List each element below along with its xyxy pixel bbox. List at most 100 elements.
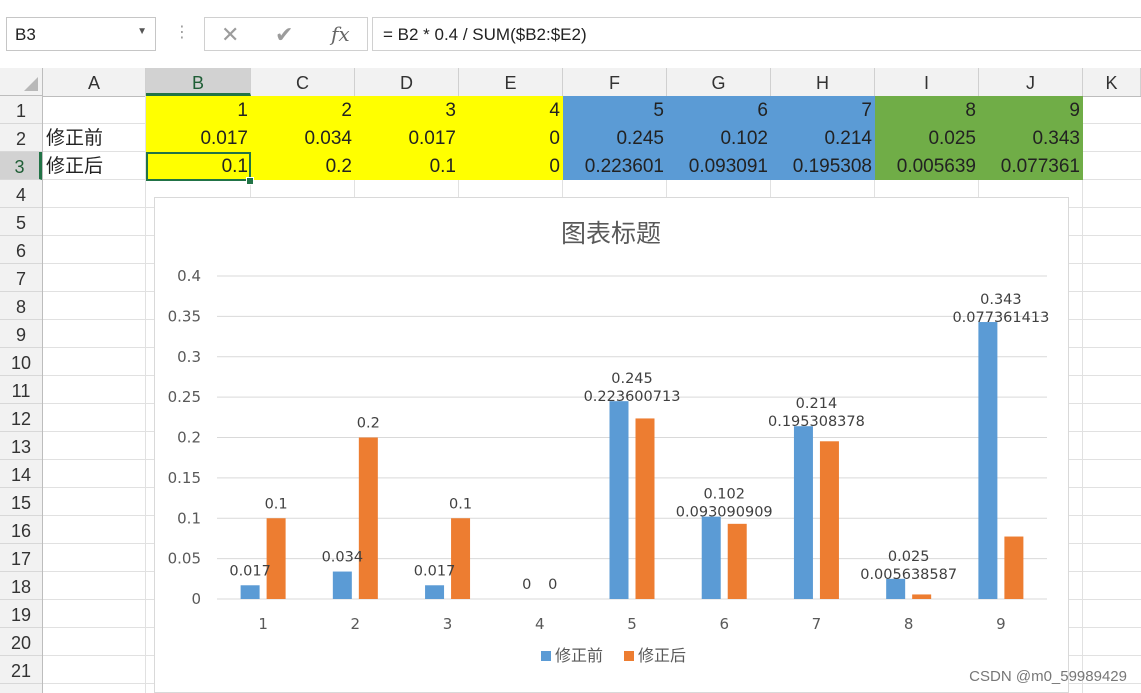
bar-after-9 bbox=[1004, 536, 1024, 599]
legend-label-before: 修正前 bbox=[555, 646, 603, 665]
cell-j1[interactable]: 9 bbox=[979, 96, 1083, 124]
data-label-before: 0.245 bbox=[611, 371, 653, 387]
row-header-10[interactable]: 10 bbox=[0, 348, 42, 376]
cell-e2[interactable]: 0 bbox=[459, 124, 563, 152]
row-header-1[interactable]: 1 bbox=[0, 96, 42, 124]
cell-e3[interactable]: 0 bbox=[459, 152, 563, 180]
name-box[interactable]: B3 ▼ bbox=[6, 17, 156, 51]
data-label-after: 0.2 bbox=[357, 416, 380, 432]
cell-c2[interactable]: 0.034 bbox=[251, 124, 355, 152]
data-label-before: 0.025 bbox=[888, 549, 930, 565]
formula-input[interactable]: = B2 * 0.4 / SUM($B2:$E2) bbox=[372, 17, 1141, 51]
cell-a3[interactable]: 修正后 bbox=[43, 152, 146, 180]
bar-after-7 bbox=[819, 441, 839, 599]
data-label-after: 0 bbox=[548, 577, 557, 593]
row-header-9[interactable]: 9 bbox=[0, 320, 42, 348]
grid-vline bbox=[145, 96, 146, 693]
data-label-after: 0.223600713 bbox=[584, 389, 681, 405]
cell-c3[interactable]: 0.2 bbox=[251, 152, 355, 180]
cell-b1[interactable]: 1 bbox=[146, 96, 251, 124]
y-tick-label: 0.25 bbox=[168, 388, 201, 406]
cell-f3[interactable]: 0.223601 bbox=[563, 152, 667, 180]
grid-vline bbox=[1082, 96, 1083, 693]
column-header-h[interactable]: H bbox=[771, 68, 875, 96]
row-header-7[interactable]: 7 bbox=[0, 264, 42, 292]
formula-buttons: ✕ ✔ fx bbox=[204, 17, 368, 51]
cell-e1[interactable]: 4 bbox=[459, 96, 563, 124]
cell-a2[interactable]: 修正前 bbox=[43, 124, 146, 152]
column-header-i[interactable]: I bbox=[875, 68, 979, 96]
chart[interactable]: 图表标题 0 0.05 0.1 0.15 0.2 0.25 0.3 0.35 0.4 1 2 3 4 5 6 7… bbox=[154, 197, 1069, 693]
column-header-b[interactable]: B bbox=[146, 68, 251, 96]
cell-h2[interactable]: 0.214 bbox=[771, 124, 875, 152]
column-header-a[interactable]: A bbox=[43, 68, 146, 96]
column-header-d[interactable]: D bbox=[355, 68, 459, 96]
row-header-11[interactable]: 11 bbox=[0, 376, 42, 404]
cell-d2[interactable]: 0.017 bbox=[355, 124, 459, 152]
x-tick-label: 3 bbox=[443, 615, 453, 633]
watermark: CSDN @m0_59989429 bbox=[969, 668, 1127, 685]
row-header-17[interactable]: 17 bbox=[0, 544, 42, 572]
legend-label-after: 修正后 bbox=[638, 646, 686, 665]
cell-g1[interactable]: 6 bbox=[667, 96, 771, 124]
select-all-button[interactable] bbox=[0, 68, 43, 96]
cell-f1[interactable]: 5 bbox=[563, 96, 667, 124]
drag-handle-icon[interactable]: ⋮ bbox=[174, 22, 190, 42]
cell-i3[interactable]: 0.005639 bbox=[875, 152, 979, 180]
cell-i2[interactable]: 0.025 bbox=[875, 124, 979, 152]
row-header-6[interactable]: 6 bbox=[0, 236, 42, 264]
bar-after-5 bbox=[635, 418, 655, 599]
cell-g2[interactable]: 0.102 bbox=[667, 124, 771, 152]
row-header-19[interactable]: 19 bbox=[0, 600, 42, 628]
cell-d3[interactable]: 0.1 bbox=[355, 152, 459, 180]
row-header-13[interactable]: 13 bbox=[0, 432, 42, 460]
row-header-18[interactable]: 18 bbox=[0, 572, 42, 600]
active-cell-border[interactable] bbox=[146, 152, 251, 181]
fill-handle[interactable] bbox=[246, 177, 254, 185]
column-header-g[interactable]: G bbox=[667, 68, 771, 96]
cell-c1[interactable]: 2 bbox=[251, 96, 355, 124]
row-header-8[interactable]: 8 bbox=[0, 292, 42, 320]
row-header-20[interactable]: 20 bbox=[0, 628, 42, 656]
cancel-icon[interactable]: ✕ bbox=[221, 22, 239, 48]
y-tick-label: 0.05 bbox=[168, 550, 201, 568]
row-header-15[interactable]: 15 bbox=[0, 488, 42, 516]
cell-d1[interactable]: 3 bbox=[355, 96, 459, 124]
row-header-3[interactable]: 3 bbox=[0, 152, 42, 180]
name-box-value: B3 bbox=[15, 25, 36, 44]
row-header-4[interactable]: 4 bbox=[0, 180, 42, 208]
row-header-2[interactable]: 2 bbox=[0, 124, 42, 152]
cell-f2[interactable]: 0.245 bbox=[563, 124, 667, 152]
cell-h1[interactable]: 7 bbox=[771, 96, 875, 124]
cell-g3[interactable]: 0.093091 bbox=[667, 152, 771, 180]
row-header-16[interactable]: 16 bbox=[0, 516, 42, 544]
bar-before-3 bbox=[425, 585, 445, 599]
row-header-12[interactable]: 12 bbox=[0, 404, 42, 432]
cell-i1[interactable]: 8 bbox=[875, 96, 979, 124]
data-label-before: 0.102 bbox=[703, 487, 745, 503]
row-header-5[interactable]: 5 bbox=[0, 208, 42, 236]
column-header-c[interactable]: C bbox=[251, 68, 355, 96]
column-header-e[interactable]: E bbox=[459, 68, 563, 96]
bar-before-6 bbox=[701, 516, 721, 599]
checkmark-icon[interactable]: ✔ bbox=[275, 22, 293, 48]
column-header-f[interactable]: F bbox=[563, 68, 667, 96]
bar-after-6 bbox=[727, 523, 747, 599]
column-header-j[interactable]: J bbox=[979, 68, 1083, 96]
data-label-before: 0.017 bbox=[229, 563, 271, 579]
cell-j3[interactable]: 0.077361 bbox=[979, 152, 1083, 180]
data-label-after: 0.1 bbox=[449, 496, 472, 512]
cell-b2[interactable]: 0.017 bbox=[146, 124, 251, 152]
row-header-14[interactable]: 14 bbox=[0, 460, 42, 488]
row-header-21[interactable]: 21 bbox=[0, 656, 42, 684]
bar-before-7 bbox=[793, 426, 813, 599]
chevron-down-icon[interactable]: ▼ bbox=[137, 26, 147, 37]
column-header-k[interactable]: K bbox=[1083, 68, 1141, 96]
cell-j2[interactable]: 0.343 bbox=[979, 124, 1083, 152]
fx-icon[interactable]: fx bbox=[331, 22, 350, 46]
x-tick-label: 5 bbox=[627, 615, 637, 633]
x-tick-label: 4 bbox=[535, 615, 545, 633]
data-label-after: 0.195308378 bbox=[768, 414, 865, 430]
data-label-before: 0.214 bbox=[796, 396, 838, 412]
cell-h3[interactable]: 0.195308 bbox=[771, 152, 875, 180]
